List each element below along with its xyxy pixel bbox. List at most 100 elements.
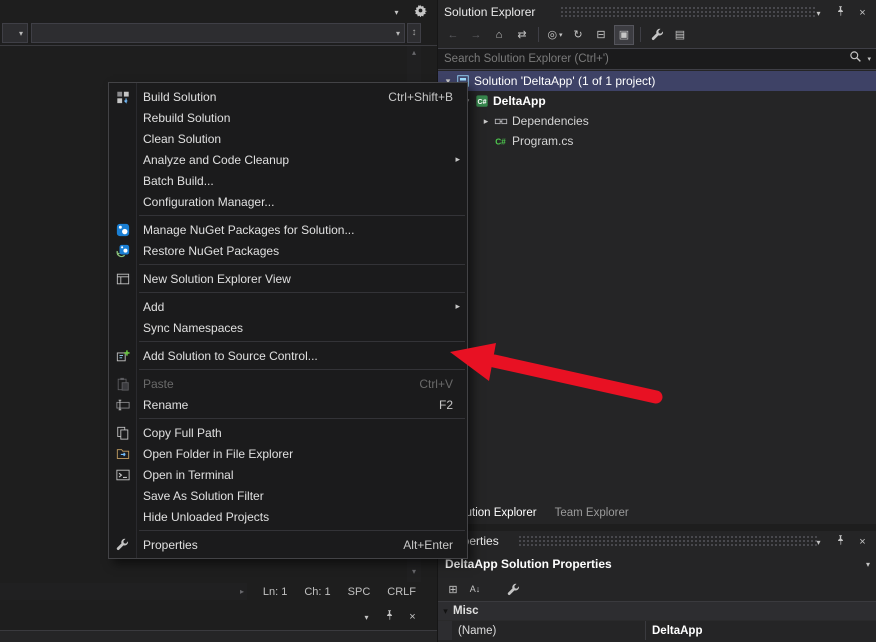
close-icon[interactable]: × [406, 611, 419, 624]
category-label: Misc [453, 605, 479, 617]
menu-item-clean-solution[interactable]: Clean Solution [109, 128, 467, 149]
properties-icon[interactable] [648, 26, 666, 44]
menu-item-rename[interactable]: Rename F2 [109, 394, 467, 415]
menu-item-new-solution-explorer-view[interactable]: New Solution Explorer View [109, 268, 467, 289]
status-spaces[interactable]: SPC [348, 586, 371, 598]
window-position-icon[interactable]: ▾ [360, 611, 373, 624]
menu-item-build-solution[interactable]: Build Solution Ctrl+Shift+B [109, 86, 467, 107]
categorized-icon[interactable]: ⊞ [444, 580, 462, 598]
search-input[interactable] [444, 53, 849, 65]
menu-item-label: Restore NuGet Packages [143, 244, 279, 258]
menu-item-save-as-solution-filter[interactable]: Save As Solution Filter [109, 485, 467, 506]
scroll-right-icon[interactable]: ▸ [240, 587, 244, 596]
menu-item-analyze-and-code-cleanup[interactable]: Analyze and Code Cleanup▸ [109, 149, 467, 170]
menu-item-label: Manage NuGet Packages for Solution... [143, 223, 354, 237]
terminal-icon [109, 468, 136, 482]
status-column[interactable]: Ch: 1 [304, 586, 330, 598]
menu-item-add-solution-to-source-control[interactable]: Add Solution to Source Control... [109, 345, 467, 366]
menu-item-shortcut: F2 [439, 398, 453, 412]
properties-toolbar: ⊞A↓ [438, 577, 876, 602]
menu-item-manage-nuget-packages-for-solution[interactable]: Manage NuGet Packages for Solution... [109, 219, 467, 240]
nav-scope-dropdown[interactable]: ▾ [31, 23, 405, 43]
property-name-cell[interactable]: (Name) [452, 621, 646, 640]
status-line[interactable]: Ln: 1 [263, 586, 287, 598]
toolbar-separator [538, 27, 539, 42]
solution-explorer-titlebar[interactable]: Solution Explorer ▾ × [438, 2, 876, 22]
expand-icon[interactable]: ▸ [480, 116, 492, 127]
window-position-icon[interactable]: ▾ [812, 7, 825, 20]
chevron-down-icon[interactable]: ▾ [867, 55, 871, 63]
forward-icon[interactable]: → [467, 26, 485, 44]
nav-project-dropdown[interactable]: ▾ [2, 23, 28, 43]
menu-item-rebuild-solution[interactable]: Rebuild Solution [109, 107, 467, 128]
menu-item-configuration-manager[interactable]: Configuration Manager... [109, 191, 467, 212]
show-all-files-icon[interactable]: ▣ [615, 26, 633, 44]
close-icon[interactable]: × [856, 7, 869, 20]
menu-item-shortcut: Ctrl+Shift+B [388, 90, 453, 104]
property-category-row[interactable]: ▾ Misc [438, 602, 876, 620]
drag-grip-texture [518, 535, 819, 547]
tree-item-deltaapp[interactable]: ▾C#DeltaApp [438, 91, 876, 111]
tree-item-program-cs[interactable]: C#Program.cs [438, 131, 876, 151]
rename-icon [109, 398, 136, 412]
csharp-project-icon: C# [473, 94, 490, 108]
scroll-down-icon[interactable]: ▾ [407, 567, 421, 576]
chevron-down-icon: ▾ [559, 31, 563, 39]
menu-item-label: Build Solution [143, 90, 216, 104]
tree-item-dependencies[interactable]: ▸Dependencies [438, 111, 876, 131]
window-position-icon[interactable]: ▾ [812, 536, 825, 549]
menu-item-properties[interactable]: PropertiesAlt+Enter [109, 534, 467, 555]
pin-icon[interactable] [834, 5, 847, 21]
menu-item-label: Sync Namespaces [143, 321, 243, 335]
menu-item-label: Clean Solution [143, 132, 221, 146]
menu-item-open-folder-in-file-explorer[interactable]: Open Folder in File Explorer [109, 443, 467, 464]
menu-separator [139, 292, 465, 293]
menu-item-label: Rename [143, 398, 188, 412]
menu-item-open-in-terminal[interactable]: Open in Terminal [109, 464, 467, 485]
refresh-icon[interactable]: ↻ [569, 26, 587, 44]
collapse-all-icon[interactable]: ⊟ [592, 26, 610, 44]
menu-item-label: Paste [143, 377, 174, 391]
alphabetical-icon[interactable]: A↓ [466, 580, 484, 598]
menu-separator [139, 418, 465, 419]
menu-item-label: Add Solution to Source Control... [143, 349, 318, 363]
tree-item-solution-deltaapp-1-of-1-project[interactable]: ▾Solution 'DeltaApp' (1 of 1 project) [438, 71, 876, 91]
back-icon[interactable]: ← [444, 26, 462, 44]
menu-item-copy-full-path[interactable]: Copy Full Path [109, 422, 467, 443]
submenu-arrow-icon: ▸ [455, 154, 460, 165]
pin-icon[interactable] [834, 534, 847, 550]
menu-separator [139, 369, 465, 370]
pin-icon[interactable] [383, 609, 396, 625]
menu-separator [139, 530, 465, 531]
editor-horizontal-scrollbar[interactable]: ▸ [0, 583, 247, 600]
menu-item-label: Save As Solution Filter [143, 489, 264, 503]
menu-item-label: Rebuild Solution [143, 111, 230, 125]
properties-icon [109, 537, 136, 552]
close-icon[interactable]: × [856, 536, 869, 549]
menu-item-restore-nuget-packages[interactable]: Restore NuGet Packages [109, 240, 467, 261]
tab-team-explorer[interactable]: Team Explorer [546, 502, 638, 524]
scrollbar-splitter-button[interactable]: ↕ [407, 23, 421, 43]
solution-explorer-search[interactable]: ▾ [438, 48, 876, 70]
collapse-category-icon[interactable]: ▾ [438, 606, 453, 617]
scroll-up-icon[interactable]: ▴ [407, 48, 421, 57]
document-dropdown-icon[interactable]: ▾ [390, 6, 403, 19]
properties-object-selector[interactable]: DeltaApp Solution Properties ▾ [438, 551, 876, 577]
status-line-ending[interactable]: CRLF [387, 586, 416, 598]
menu-item-label: Open in Terminal [143, 468, 234, 482]
home-icon[interactable]: ⌂ [490, 26, 508, 44]
menu-item-sync-namespaces[interactable]: Sync Namespaces [109, 317, 467, 338]
property-value-cell[interactable]: DeltaApp [646, 621, 876, 640]
property-pages-icon[interactable] [504, 580, 522, 598]
menu-item-batch-build[interactable]: Batch Build... [109, 170, 467, 191]
preview-selected-items-icon[interactable]: ▤ [671, 26, 689, 44]
open-folder-icon [109, 447, 136, 461]
sync-with-active-document-icon[interactable]: ⇄ [513, 26, 531, 44]
menu-item-hide-unloaded-projects[interactable]: Hide Unloaded Projects [109, 506, 467, 527]
pending-changes-filter-icon[interactable]: ◎▾ [546, 26, 564, 44]
settings-gear-icon[interactable] [414, 4, 427, 20]
menu-item-paste[interactable]: PasteCtrl+V [109, 373, 467, 394]
properties-titlebar[interactable]: Properties ▾ × [438, 531, 876, 551]
menu-item-add[interactable]: Add▸ [109, 296, 467, 317]
search-icon[interactable] [849, 50, 862, 68]
